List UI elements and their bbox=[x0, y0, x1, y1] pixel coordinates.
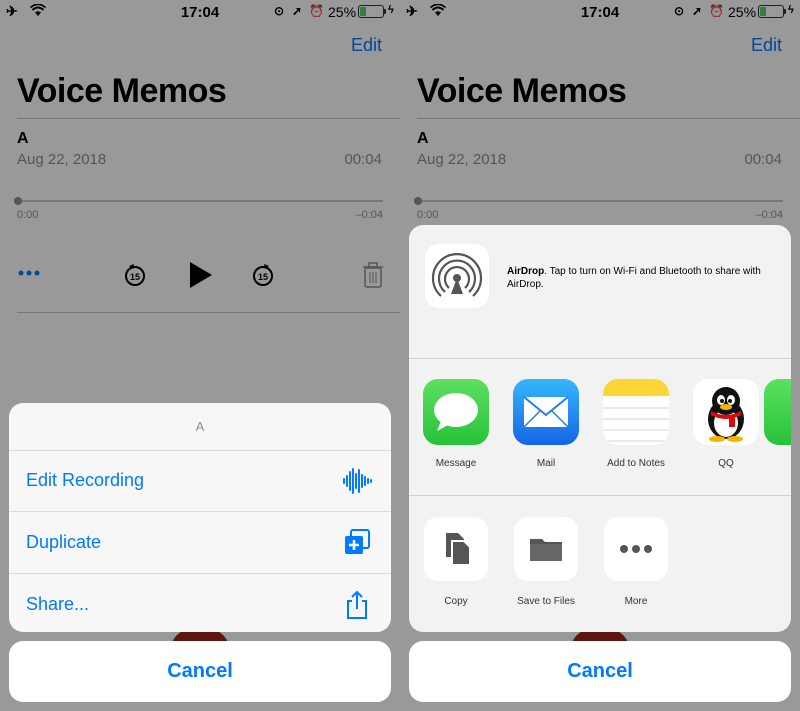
edit-recording-label: Edit Recording bbox=[26, 470, 145, 490]
notes-icon bbox=[603, 379, 669, 445]
action-sheet: A Edit Recording Duplicate Share... bbox=[9, 403, 391, 632]
share-action-save-to-files[interactable]: Save to Files bbox=[501, 517, 591, 607]
airdrop-icon bbox=[431, 253, 483, 297]
share-app-mail[interactable]: Mail bbox=[501, 379, 591, 469]
share-app-partial[interactable] bbox=[764, 379, 791, 445]
qq-icon bbox=[693, 379, 759, 445]
share-action-copy[interactable]: Copy bbox=[411, 517, 501, 607]
share-action-more[interactable]: More bbox=[591, 517, 681, 607]
share-button[interactable]: Share... bbox=[9, 574, 391, 632]
edit-recording-button[interactable]: Edit Recording bbox=[9, 450, 391, 512]
right-screen: ✈ 17:04 ⊙ ➚ ⏰ 25% ϟ Edit Voice Memos A A… bbox=[400, 0, 800, 711]
mail-icon bbox=[513, 379, 579, 445]
partial-app-icon bbox=[764, 379, 791, 445]
messages-icon bbox=[423, 379, 489, 445]
duplicate-button[interactable]: Duplicate bbox=[9, 512, 391, 574]
share-app-label: QQ bbox=[718, 458, 734, 469]
share-app-label: Mail bbox=[536, 458, 556, 469]
share-sheet: AirDrop. Tap to turn on Wi-Fi and Blueto… bbox=[409, 225, 791, 632]
share-app-qq[interactable]: QQ bbox=[681, 379, 771, 469]
share-app-message[interactable]: Message bbox=[411, 379, 501, 469]
folder-icon bbox=[514, 517, 578, 581]
airdrop-tile[interactable] bbox=[425, 244, 489, 308]
share-action-label: Save to Files bbox=[517, 596, 575, 607]
cancel-button[interactable]: Cancel bbox=[9, 641, 391, 702]
share-app-label: Message bbox=[435, 458, 477, 469]
share-action-label: Copy bbox=[444, 596, 468, 607]
waveform-icon bbox=[343, 468, 372, 494]
cancel-button[interactable]: Cancel bbox=[409, 641, 791, 702]
share-icon bbox=[347, 590, 367, 619]
more-icon bbox=[604, 517, 668, 581]
left-screen: ✈ 17:04 ⊙ ➚ ⏰ 25% ϟ Edit Voice Memos A A… bbox=[0, 0, 400, 711]
duplicate-icon bbox=[345, 529, 370, 554]
share-label: Share... bbox=[26, 594, 90, 614]
copy-icon bbox=[424, 517, 488, 581]
share-app-notes[interactable]: Add to Notes bbox=[591, 379, 681, 469]
share-app-label: Add to Notes bbox=[607, 458, 665, 469]
airdrop-description: AirDrop. Tap to turn on Wi-Fi and Blueto… bbox=[507, 266, 761, 290]
share-action-label: More bbox=[624, 596, 648, 607]
duplicate-label: Duplicate bbox=[26, 532, 102, 552]
action-sheet-title: A bbox=[9, 403, 391, 451]
